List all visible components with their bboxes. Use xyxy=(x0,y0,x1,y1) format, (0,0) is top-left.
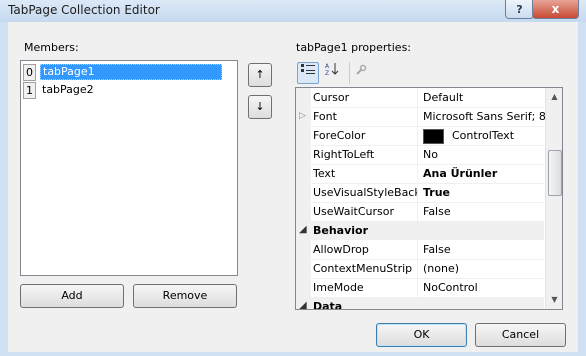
dialog-body: Members: 0 tabPage1 1 tabPage2 ↑ ↓ Add R… xyxy=(8,22,578,352)
scroll-down-icon[interactable]: ▼ xyxy=(549,294,560,305)
property-value[interactable]: ControlText xyxy=(419,126,548,145)
svg-text:A: A xyxy=(325,63,330,70)
vertical-scrollbar[interactable]: ▲ ▼ xyxy=(545,88,562,309)
alphabetical-icon[interactable]: AZ xyxy=(321,62,343,84)
row-margin xyxy=(296,88,311,107)
property-value[interactable]: (none) xyxy=(419,259,548,278)
property-row[interactable]: ContextMenuStrip (none) xyxy=(296,259,544,279)
expand-icon[interactable]: ▷ xyxy=(299,107,306,126)
property-grid-toolbar: AZ xyxy=(295,62,565,84)
property-name: AllowDrop xyxy=(313,240,418,259)
svg-text:Z: Z xyxy=(325,70,329,76)
property-row[interactable]: AllowDrop False xyxy=(296,240,544,260)
property-name: Font xyxy=(313,107,418,126)
scroll-thumb[interactable] xyxy=(548,150,562,196)
close-button[interactable]: x xyxy=(532,0,579,19)
category-label: Data xyxy=(313,300,343,310)
list-item[interactable]: 0 tabPage1 xyxy=(23,64,235,81)
row-margin xyxy=(296,126,311,145)
member-name: tabPage2 xyxy=(42,83,94,96)
property-value[interactable]: Microsoft Sans Serif; 8,25pt xyxy=(419,107,548,126)
property-row[interactable]: ▷ Font Microsoft Sans Serif; 8,25pt xyxy=(296,107,548,127)
property-grid[interactable]: Cursor Default ▷ Font Microsoft Sans Ser… xyxy=(295,87,563,310)
row-margin xyxy=(296,145,311,164)
add-button[interactable]: Add xyxy=(20,284,124,308)
property-name: UseWaitCursor xyxy=(313,202,418,221)
property-row[interactable]: UseVisualStyleBackColor True xyxy=(296,183,544,203)
property-value-text: ControlText xyxy=(452,129,515,142)
row-margin xyxy=(296,183,311,202)
property-name: ContextMenuStrip xyxy=(313,259,418,278)
members-label: Members: xyxy=(24,41,79,54)
collapse-icon[interactable]: ◢ xyxy=(299,300,307,309)
ok-button[interactable]: OK xyxy=(376,323,467,347)
category-data[interactable]: ◢ Data xyxy=(296,297,544,310)
move-down-button[interactable]: ↓ xyxy=(248,95,272,119)
property-value[interactable]: Ana Ürünler xyxy=(419,164,548,183)
help-button[interactable]: ? xyxy=(505,0,534,19)
arrow-up-icon: ↑ xyxy=(255,68,265,81)
cancel-button[interactable]: Cancel xyxy=(475,323,566,347)
help-icon: ? xyxy=(516,2,523,16)
property-name: UseVisualStyleBackColor xyxy=(313,183,418,202)
property-name: Cursor xyxy=(313,88,418,107)
row-margin xyxy=(296,278,311,297)
list-item[interactable]: 1 tabPage2 xyxy=(23,82,235,99)
property-value[interactable]: No xyxy=(419,145,548,164)
property-value[interactable]: NoControl xyxy=(419,278,548,297)
row-margin xyxy=(296,164,311,183)
property-row[interactable]: Cursor Default xyxy=(296,88,544,108)
member-index: 0 xyxy=(23,64,36,81)
category-label: Behavior xyxy=(313,224,369,237)
property-name: ForeColor xyxy=(313,126,418,145)
property-name: Text xyxy=(313,164,418,183)
window-title: TabPage Collection Editor xyxy=(8,3,160,17)
row-margin xyxy=(296,259,311,278)
color-swatch xyxy=(423,128,444,144)
close-icon: x xyxy=(551,2,560,16)
property-name: RightToLeft xyxy=(313,145,418,164)
arrow-down-icon: ↓ xyxy=(255,100,265,113)
row-margin xyxy=(296,240,311,259)
category-behavior[interactable]: ◢ Behavior xyxy=(296,221,544,240)
properties-label: tabPage1 properties: xyxy=(296,41,412,54)
member-name: tabPage1 xyxy=(40,64,222,80)
property-value[interactable]: Default xyxy=(419,88,548,107)
row-margin: ▷ xyxy=(296,107,311,126)
property-row[interactable]: ForeColor ControlText xyxy=(296,126,544,146)
property-row[interactable]: ImeMode NoControl xyxy=(296,278,544,298)
property-value[interactable]: False xyxy=(419,202,548,221)
property-value[interactable]: True xyxy=(419,183,548,202)
property-row[interactable]: Text Ana Ürünler xyxy=(296,164,544,184)
categorized-icon[interactable] xyxy=(297,62,319,84)
wrench-icon[interactable] xyxy=(349,62,372,84)
title-bar: TabPage Collection Editor ? x xyxy=(0,0,586,22)
remove-button[interactable]: Remove xyxy=(133,284,237,308)
member-index: 1 xyxy=(23,82,36,99)
row-margin xyxy=(296,202,311,221)
property-row[interactable]: UseWaitCursor False xyxy=(296,202,544,222)
scroll-up-icon[interactable]: ▲ xyxy=(549,91,560,102)
move-up-button[interactable]: ↑ xyxy=(248,63,272,87)
collapse-icon[interactable]: ◢ xyxy=(299,224,307,235)
property-row[interactable]: RightToLeft No xyxy=(296,145,544,165)
property-name: ImeMode xyxy=(313,278,418,297)
property-value[interactable]: False xyxy=(419,240,548,259)
members-list[interactable]: 0 tabPage1 1 tabPage2 xyxy=(20,60,238,276)
